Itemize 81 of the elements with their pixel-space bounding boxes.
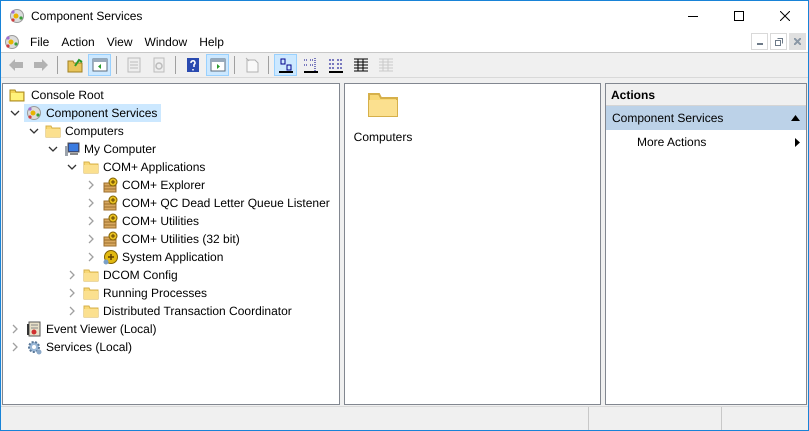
folder-icon [9,87,25,103]
chevron-right-icon[interactable] [67,306,77,316]
chevron-down-icon[interactable] [48,144,58,154]
services-icon [4,34,20,50]
close-icon [780,11,790,21]
chevron-right-icon[interactable] [67,288,77,298]
details-view-icon [378,57,394,73]
chevron-down-icon[interactable] [67,162,77,172]
tree-item[interactable]: Running Processes [81,284,212,302]
menu-item[interactable]: Window [138,32,194,52]
tree-item[interactable]: Component Services [24,104,162,122]
export-list-icon [126,57,142,73]
pane-toggle-icon [210,57,226,73]
package-icon [102,213,118,229]
menu-item[interactable]: Help [193,32,230,52]
tree-item[interactable]: Distributed Transaction Coordinator [81,302,296,320]
tree-item[interactable]: COM+ Utilities [100,212,204,230]
chevron-right-icon[interactable] [86,180,96,190]
forward-icon [32,57,48,73]
folder-icon [83,303,99,319]
restore-icon [774,38,782,46]
chevron-right-icon[interactable] [10,324,20,334]
package-icon [102,195,118,211]
tree-item[interactable]: Computers [43,122,128,140]
tree-item[interactable]: COM+ Applications [81,158,210,176]
tree-item[interactable]: COM+ Utilities (32 bit) [100,230,244,248]
event-log-icon [26,321,42,337]
list-item[interactable]: Computers [353,88,413,146]
section-header[interactable]: Component Services [606,106,806,130]
chevron-right-icon[interactable] [86,234,96,244]
chevron-right-icon[interactable] [86,252,96,262]
gear-icon [26,339,42,355]
folder-up-icon [66,57,82,73]
services-icon [9,8,25,24]
chevron-down-icon[interactable] [10,108,20,118]
package-icon [102,177,118,193]
submenu-arrow-icon [795,138,800,146]
tree-item[interactable]: My Computer [62,140,160,158]
back-icon [8,57,24,73]
help-icon [184,57,200,73]
chevron-down-icon[interactable] [29,126,39,136]
tree-item[interactable]: System Application [100,248,228,266]
tree-item[interactable]: Event Viewer (Local) [24,320,160,338]
chevron-right-icon[interactable] [67,270,77,280]
tree-item[interactable]: COM+ QC Dead Letter Queue Listener [100,194,334,212]
tree-item[interactable]: Services (Local) [24,338,136,356]
package-icon [102,231,118,247]
action-item[interactable]: More Actions [606,130,806,154]
folder-icon [83,159,99,175]
child-restore-button[interactable] [770,33,787,50]
chevron-right-icon[interactable] [86,198,96,208]
tree-item[interactable]: Console Root [30,86,105,104]
pane-header: Actions [606,84,806,106]
details-view-icon [352,57,368,73]
window-title: Component Services [31,8,142,25]
folder-icon [83,285,99,301]
new-window-icon [244,57,260,73]
tree-item[interactable]: DCOM Config [81,266,182,284]
chevron-right-icon[interactable] [10,342,20,352]
toolbar-button[interactable] [274,54,297,76]
child-close-button[interactable] [789,33,806,50]
large-icons-icon [278,57,294,73]
computer-icon [64,141,80,157]
list-view-icon [328,57,344,73]
maximize-icon [734,11,744,21]
small-icons-icon [302,57,318,73]
menu-item[interactable]: File [24,32,56,52]
refresh-icon [150,57,166,73]
chevron-right-icon[interactable] [86,216,96,226]
folder-icon [83,267,99,283]
pane-toggle-icon [92,57,108,73]
minimize-icon [756,43,762,45]
child-minimize-button[interactable] [751,33,768,50]
folder-icon [45,123,61,139]
globe-icon [102,249,118,265]
close-icon [794,38,801,45]
tree-item[interactable]: COM+ Explorer [100,176,210,194]
collapse-icon [791,115,800,121]
menu-item[interactable]: Action [55,32,101,52]
services-icon [26,105,42,121]
menu-item[interactable]: View [100,32,138,52]
